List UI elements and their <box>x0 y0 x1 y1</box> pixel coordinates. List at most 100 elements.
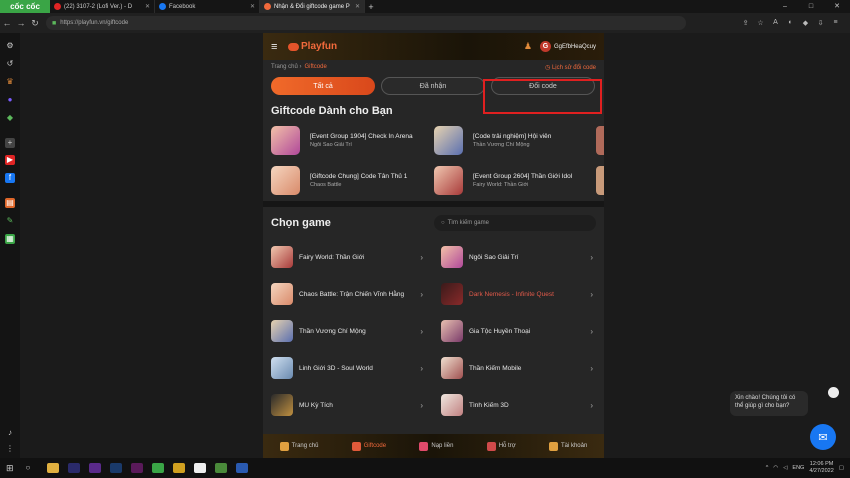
translate-icon[interactable]: A <box>771 19 780 27</box>
giftcode-card[interactable]: [Code trải nghiệm] Hội viên Thần Vương Ch… <box>434 124 594 156</box>
nav-home[interactable]: Trang chủ <box>279 441 318 451</box>
search-icon[interactable]: ○ <box>26 463 38 473</box>
game-name: Ngôi Sao Giải Trí <box>469 253 519 261</box>
breadcrumb-home[interactable]: Trang chủ <box>271 64 298 70</box>
history-link[interactable]: ◷ Lịch sử đổi code <box>545 64 596 71</box>
game-search-input[interactable]: ○ Tìm kiếm game <box>434 215 596 231</box>
nav-support[interactable]: Hỗ trợ <box>486 441 516 451</box>
notification-icon[interactable]: ▢ <box>839 465 844 471</box>
game-icon <box>271 320 293 342</box>
game-item[interactable]: MU Kỳ Tích › <box>271 391 423 419</box>
tab-received[interactable]: Đã nhận <box>381 77 485 95</box>
media-encoder-icon[interactable] <box>88 463 101 473</box>
forward-icon[interactable]: → <box>14 18 28 28</box>
account-icon <box>548 441 558 451</box>
add-icon[interactable]: + <box>5 138 15 148</box>
game-item[interactable]: Fairy World: Thần Giới › <box>271 243 423 271</box>
tab-youtube[interactable]: (22) 3107-2 (Lofi Ver.) - D ✕ <box>50 0 155 13</box>
tab-playfun[interactable]: Nhận & Đổi giftcode game P ✕ <box>260 0 365 13</box>
game-item[interactable]: Linh Giới 3D - Soul World › <box>271 354 423 382</box>
app-icon[interactable] <box>172 463 185 473</box>
clock[interactable]: 12:06 PM 4/27/2022 <box>809 461 833 475</box>
store-icon[interactable]: ▤ <box>5 198 15 208</box>
game-icon[interactable]: ◆ <box>5 113 15 123</box>
notification-bell-icon[interactable]: ♪ <box>5 428 15 438</box>
app-icon[interactable] <box>193 463 206 473</box>
reload-icon[interactable]: ↻ <box>28 18 42 29</box>
game-item[interactable]: Ngôi Sao Giải Trí › <box>441 243 593 271</box>
app-icon[interactable] <box>214 463 227 473</box>
crown-icon[interactable]: ♛ <box>5 77 15 87</box>
leaf-icon[interactable]: ✎ <box>5 216 15 226</box>
chat-bubble[interactable]: Xin chào! Chúng tôi có thể giúp gì cho b… <box>730 391 808 416</box>
hamburger-menu-icon[interactable]: ≡ <box>271 41 283 53</box>
giftcode-card-game: Fairy World: Thần Giới <box>473 181 529 188</box>
chevron-up-icon[interactable]: ^ <box>766 465 769 471</box>
volume-icon[interactable]: ◁ <box>783 465 787 471</box>
game-item[interactable]: Tình Kiếm 3D › <box>441 391 593 419</box>
nav-topup[interactable]: Nạp liền <box>419 441 453 451</box>
chat-close-button[interactable] <box>828 387 839 398</box>
browser-tab-bar: cốc cốc (22) 3107-2 (Lofi Ver.) - D ✕ Fa… <box>0 0 850 13</box>
settings-icon[interactable]: ⚙ <box>5 41 15 51</box>
word-icon[interactable] <box>235 463 248 473</box>
more-icon[interactable]: ⋮ <box>5 444 15 454</box>
support-icon <box>486 441 496 451</box>
premiere-icon[interactable] <box>130 463 143 473</box>
calendar-icon[interactable]: ▦ <box>5 234 15 244</box>
coccoc-icon[interactable] <box>151 463 164 473</box>
tab-all[interactable]: Tất cả <box>271 77 375 95</box>
game-item[interactable]: Chaos Battle: Trận Chiến Vĩnh Hằng › <box>271 280 423 308</box>
giftcode-card-game: Chaos Battle <box>310 181 342 188</box>
url-field[interactable]: ■ https://playfun.vn/giftcode <box>46 16 686 30</box>
browser-brand[interactable]: cốc cốc <box>0 0 50 13</box>
close-icon[interactable]: ✕ <box>141 3 150 10</box>
history-icon[interactable]: ↺ <box>5 59 15 69</box>
network-icon[interactable]: ◠ <box>773 465 778 471</box>
playfun-logo[interactable]: Playfun <box>288 41 337 52</box>
chevron-right-icon: › <box>420 252 423 262</box>
after-effects-icon[interactable] <box>67 463 80 473</box>
giftcode-card[interactable]: [Event Group 1904] Check In Arena Ngôi Sa… <box>271 124 431 156</box>
nav-account[interactable]: Tài khoản <box>548 441 587 451</box>
close-icon[interactable]: ✕ <box>246 3 255 10</box>
bookmark-star-icon[interactable]: ☆ <box>756 19 765 27</box>
minimize-button[interactable]: ‒ <box>772 0 798 13</box>
language-indicator[interactable]: ENG <box>792 465 804 471</box>
photoshop-icon[interactable] <box>109 463 122 473</box>
game-item[interactable]: Dark Nemesis - Infinite Quest › <box>441 280 593 308</box>
game-icon <box>271 394 293 416</box>
username[interactable]: GgEfbHeaQcuy <box>554 44 596 50</box>
facebook-icon[interactable]: f <box>5 173 15 183</box>
extension-icon[interactable]: ◆ <box>801 19 810 27</box>
carousel-next-thumb[interactable] <box>596 126 604 155</box>
giftcode-card[interactable]: [Event Group 2604] Thần Giới Idol Fairy W… <box>434 164 594 196</box>
nav-label: Hỗ trợ <box>498 443 516 449</box>
messenger-icon[interactable]: ● <box>5 95 15 105</box>
game-item[interactable]: Thần Vương Chí Mộng › <box>271 317 423 345</box>
nav-giftcode[interactable]: Giftcode <box>351 441 386 451</box>
game-item[interactable]: Gia Tộc Huyền Thoại › <box>441 317 593 345</box>
facebook-icon <box>159 3 166 10</box>
back-icon[interactable]: ← <box>0 18 14 28</box>
messenger-button[interactable]: ✉ <box>810 424 836 450</box>
youtube-icon[interactable]: ▶ <box>5 155 15 165</box>
windows-start-icon[interactable]: ⊞ <box>6 463 14 474</box>
giftcode-card[interactable]: [Giftcode Chung] Code Tân Thủ 1 Chaos Bat… <box>271 164 431 196</box>
maximize-button[interactable]: □ <box>798 0 824 13</box>
new-tab-button[interactable]: + <box>365 0 377 13</box>
share-icon[interactable]: ⇪ <box>741 19 750 27</box>
tab-facebook[interactable]: Facebook ✕ <box>155 0 260 13</box>
file-explorer-icon[interactable] <box>46 463 59 473</box>
chevron-right-icon: › <box>590 326 593 336</box>
window-controls: ‒ □ ✕ <box>772 0 850 13</box>
menu-icon[interactable]: ≡ <box>831 19 840 27</box>
close-icon[interactable]: ✕ <box>351 3 360 10</box>
dark-mode-icon[interactable]: ◐ <box>786 19 795 27</box>
download-icon[interactable]: ⇩ <box>816 19 825 27</box>
avatar[interactable]: G <box>539 41 551 52</box>
close-window-button[interactable]: ✕ <box>824 0 850 13</box>
game-item[interactable]: Thần Kiếm Mobile › <box>441 354 593 382</box>
bell-icon[interactable]: ♟ <box>524 41 532 52</box>
carousel-next-thumb[interactable] <box>596 166 604 195</box>
